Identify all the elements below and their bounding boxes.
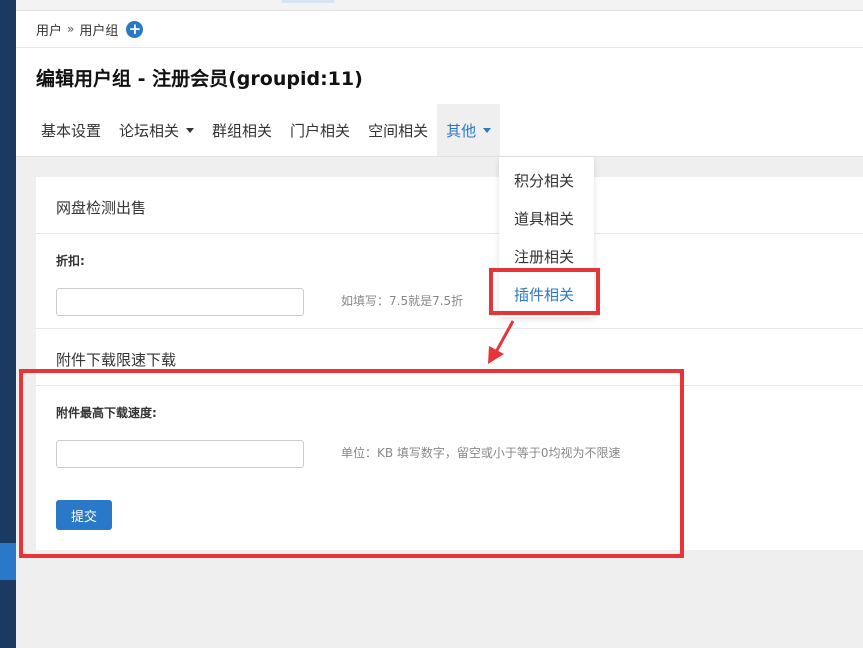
page-header: 编辑用户组 - 注册会员(groupid:11) 基本设置 论坛相关 群组相关 … bbox=[16, 48, 863, 157]
menu-item-register[interactable]: 注册相关 bbox=[514, 246, 574, 267]
tab-group[interactable]: 群组相关 bbox=[203, 104, 281, 156]
tab-space[interactable]: 空间相关 bbox=[359, 104, 437, 156]
sidebar-active-marker[interactable] bbox=[0, 543, 16, 580]
page-title: 编辑用户组 - 注册会员(groupid:11) bbox=[36, 68, 363, 90]
divider bbox=[36, 328, 863, 329]
breadcrumb-item-usergroups[interactable]: 用户组 bbox=[79, 20, 118, 39]
menu-item-props[interactable]: 道具相关 bbox=[514, 208, 574, 229]
sidebar-strip bbox=[0, 0, 16, 648]
breadcrumb-separator: » bbox=[67, 22, 75, 36]
annotation-highlight-section bbox=[19, 369, 684, 558]
menu-item-credits[interactable]: 积分相关 bbox=[514, 170, 574, 191]
discount-label: 折扣: bbox=[56, 254, 85, 268]
tab-portal[interactable]: 门户相关 bbox=[281, 104, 359, 156]
top-tab-strip bbox=[16, 0, 863, 11]
top-tab-indicator[interactable] bbox=[282, 0, 334, 3]
section-title-netdisk: 网盘检测出售 bbox=[56, 199, 147, 217]
breadcrumb: 用户 » 用户组 + bbox=[16, 11, 863, 48]
tab-other[interactable]: 其他 bbox=[437, 104, 501, 156]
caret-down-icon bbox=[483, 127, 492, 133]
divider bbox=[36, 233, 863, 234]
tab-bar: 基本设置 论坛相关 群组相关 门户相关 空间相关 其他 bbox=[32, 104, 501, 156]
plus-circle-icon[interactable]: + bbox=[126, 20, 144, 38]
tab-label: 论坛相关 bbox=[119, 121, 180, 140]
discount-input[interactable] bbox=[56, 288, 304, 316]
caret-down-icon bbox=[186, 127, 195, 133]
section-title-attachment: 附件下载限速下载 bbox=[56, 351, 177, 369]
tab-basic-settings[interactable]: 基本设置 bbox=[32, 104, 110, 156]
breadcrumb-item-users[interactable]: 用户 bbox=[36, 20, 62, 39]
tab-label: 门户相关 bbox=[290, 121, 351, 140]
annotation-highlight-menu bbox=[489, 268, 600, 315]
tab-label: 群组相关 bbox=[212, 121, 273, 140]
annotation-arrow-icon bbox=[488, 320, 515, 364]
tab-label: 其他 bbox=[446, 121, 477, 140]
tab-label: 基本设置 bbox=[41, 121, 102, 140]
tab-label: 空间相关 bbox=[368, 121, 429, 140]
discount-hint: 如填写：7.5就是7.5折 bbox=[341, 294, 464, 308]
tab-forum[interactable]: 论坛相关 bbox=[110, 104, 203, 156]
